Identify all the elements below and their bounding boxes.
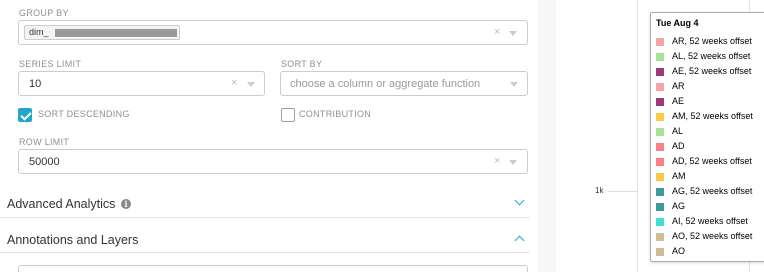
advanced-analytics-header[interactable]: Advanced Analytics (7, 197, 115, 211)
clear-icon[interactable]: × (494, 26, 500, 38)
series-color-swatch (656, 248, 664, 256)
series-color-swatch (656, 173, 664, 181)
series-label: AL, 52 weeks offset (672, 51, 751, 61)
series-label: AR, 52 weeks offset (672, 36, 752, 46)
series-limit-select[interactable]: 10 × (18, 71, 265, 96)
tooltip-row: AL, 52 weeks offset (656, 50, 764, 64)
advanced-analytics-title: Advanced Analytics (7, 197, 116, 211)
series-color-swatch (656, 98, 664, 106)
row-limit-label: ROW LIMIT (19, 137, 70, 147)
series-color-swatch (656, 83, 664, 91)
redacted-tag-text (55, 29, 177, 37)
chevron-up-icon[interactable] (514, 235, 525, 246)
clear-icon[interactable]: × (494, 155, 500, 167)
contribution-label: CONTRIBUTION (299, 109, 372, 119)
annotations-layers-title: Annotations and Layers (7, 233, 139, 247)
series-label: AG (672, 201, 686, 211)
series-color-swatch (656, 233, 664, 241)
hover-guide-line (637, 0, 638, 272)
chevron-down-icon[interactable] (247, 82, 255, 87)
info-icon[interactable]: i (121, 199, 131, 209)
series-color-swatch (656, 113, 664, 121)
y-tick-label: 1k (595, 186, 604, 195)
series-label: AE (672, 96, 685, 106)
series-color-swatch (656, 53, 664, 61)
chevron-down-icon[interactable] (509, 160, 517, 165)
series-limit-value: 10 (29, 78, 42, 90)
sort-by-label: SORT BY (281, 59, 323, 69)
group-by-tag[interactable]: dim_ (24, 25, 180, 40)
panel-divider (538, 0, 556, 272)
series-color-swatch (656, 38, 664, 46)
tooltip-row: AD (656, 140, 764, 154)
series-color-swatch (656, 203, 664, 211)
tooltip-row: AE, 52 weeks offset (656, 65, 764, 79)
tooltip-row: AM, 52 weeks offset (656, 110, 764, 124)
series-label: AD, 52 weeks offset (672, 156, 752, 166)
tooltip-row: AE (656, 95, 764, 109)
series-label: AO, 52 weeks offset (672, 231, 753, 241)
series-label: AG, 52 weeks offset (672, 186, 753, 196)
series-label: AI, 52 weeks offset (672, 216, 748, 226)
tooltip-row: AR, 52 weeks offset (656, 35, 764, 49)
chart-tooltip: Tue Aug 4 AR, 52 weeks offset AL, 52 week… (650, 12, 764, 262)
series-label: AD (672, 141, 685, 151)
y-tick-line (608, 191, 638, 192)
series-color-swatch (656, 188, 664, 196)
series-label: AO (672, 246, 686, 256)
tooltip-row: AG (656, 200, 764, 214)
row-limit-value: 50000 (29, 156, 60, 168)
chevron-down-icon[interactable] (509, 31, 517, 36)
row-limit-select[interactable]: 50000 × (18, 149, 528, 174)
series-label: AL (672, 126, 684, 136)
series-color-swatch (656, 128, 664, 136)
control-panel: GROUP BY dim_ × SERIES LIMIT 10 × SORT B… (0, 0, 538, 272)
series-label: AM, 52 weeks offset (672, 111, 753, 121)
annotation-layer-box[interactable] (18, 265, 528, 272)
series-color-swatch (656, 158, 664, 166)
series-label: AR (672, 81, 685, 91)
tooltip-row: AO, 52 weeks offset (656, 230, 764, 244)
clear-icon[interactable]: × (231, 77, 237, 89)
tooltip-row: AI, 52 weeks offset (656, 215, 764, 229)
chevron-down-icon[interactable] (514, 195, 525, 206)
chevron-down-icon[interactable] (510, 82, 518, 87)
tooltip-row: AD, 52 weeks offset (656, 155, 764, 169)
series-color-swatch (656, 143, 664, 151)
section-divider (0, 217, 530, 218)
sort-descending-checkbox[interactable] (18, 108, 32, 122)
series-limit-label: SERIES LIMIT (19, 59, 82, 69)
sort-descending-label: SORT DESCENDING (38, 109, 130, 119)
group-by-tag-text: dim_ (29, 27, 49, 37)
tooltip-row: AG, 52 weeks offset (656, 185, 764, 199)
series-color-swatch (656, 68, 664, 76)
annotations-layers-header[interactable]: Annotations and Layers (7, 233, 138, 247)
group-by-select[interactable]: dim_ × (18, 20, 528, 45)
tooltip-row: AO (656, 245, 764, 259)
tooltip-date: Tue Aug 4 (656, 18, 699, 28)
series-label: AE, 52 weeks offset (672, 66, 752, 76)
series-label: AM (672, 171, 686, 181)
section-divider (0, 252, 530, 253)
contribution-checkbox[interactable] (281, 108, 295, 122)
sort-by-placeholder: choose a column or aggregate function (290, 78, 481, 90)
series-color-swatch (656, 218, 664, 226)
tooltip-row: AL (656, 125, 764, 139)
tooltip-row: AR (656, 80, 764, 94)
group-by-label: GROUP BY (19, 8, 69, 18)
sort-by-select[interactable]: choose a column or aggregate function (280, 71, 528, 96)
tooltip-row: AM (656, 170, 764, 184)
